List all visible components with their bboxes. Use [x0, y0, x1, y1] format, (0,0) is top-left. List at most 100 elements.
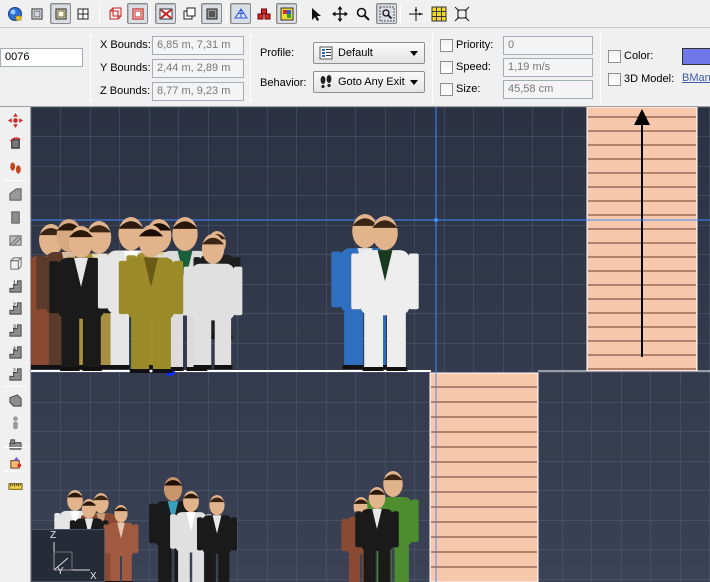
priority-label: Priority:	[456, 39, 494, 51]
behavior-dropdown[interactable]: Goto Any Exit	[313, 71, 425, 93]
size-label: Size:	[456, 83, 481, 95]
red-cubes-icon	[257, 8, 270, 19]
toolbar-zoom-button[interactable]	[352, 3, 373, 24]
palette-hatch-tool-button[interactable]	[5, 231, 25, 249]
fit-frame-icon	[454, 6, 469, 21]
palette-block-tool-button[interactable]	[5, 208, 25, 226]
stairs-4-icon: 4	[8, 345, 22, 359]
priority-checkbox[interactable]	[440, 39, 453, 52]
toolbar-shade-2-button[interactable]	[201, 3, 222, 24]
scene-canvas[interactable]	[31, 107, 710, 582]
palette-paint-tool-button[interactable]	[5, 453, 25, 471]
palette-box-outline-button[interactable]	[5, 254, 25, 272]
priority-field[interactable]: 0	[503, 36, 593, 55]
svg-text:4: 4	[12, 346, 15, 352]
wall-tool-icon	[8, 187, 22, 201]
toolbar-move-button[interactable]	[329, 3, 350, 24]
palette-stairs-5-button[interactable]: 2	[5, 365, 25, 383]
paint-tool-icon	[9, 456, 21, 469]
tool-palette: 1 2 3 4 2	[0, 107, 31, 582]
agent-properties-panel: 0076 X Bounds: 6,85 m, 7,31 m Y Bounds: …	[0, 28, 710, 107]
model-checkbox[interactable]	[608, 73, 621, 86]
stairs-5-icon: 2	[8, 367, 22, 381]
toolbar-zoom-region-button[interactable]	[376, 3, 397, 24]
toolbar-snap-center-button[interactable]	[405, 3, 426, 24]
toolbar-colors-button[interactable]	[276, 3, 297, 24]
toolbar-separator	[99, 4, 100, 24]
z-bounds-field[interactable]: 8,77 m, 9,23 m	[152, 82, 244, 101]
palette-ruler-tool-button[interactable]	[5, 477, 25, 495]
toolbar-select-button[interactable]	[305, 3, 326, 24]
model-label: 3D Model:	[624, 73, 675, 85]
color-swatch[interactable]	[682, 48, 710, 65]
x-bounds-field[interactable]: 6,85 m, 7,31 m	[152, 36, 244, 55]
simulation-viewport[interactable]: Z Y X	[31, 107, 710, 582]
palette-separator	[4, 180, 26, 181]
palette-stairs-4-button[interactable]: 4	[5, 343, 25, 361]
size-checkbox[interactable]	[440, 83, 453, 96]
move-cross-icon	[331, 5, 348, 22]
svg-text:3: 3	[12, 324, 15, 330]
footprints-icon	[320, 75, 332, 89]
palette-footsteps-button[interactable]	[5, 159, 25, 177]
palette-stairs-3-button[interactable]: 3	[5, 321, 25, 339]
z-bounds-label: Z Bounds:	[100, 85, 151, 97]
palette-ramp-tool-button[interactable]	[5, 391, 25, 409]
color-checkbox[interactable]	[608, 50, 621, 63]
toolbar-wire-1-button[interactable]	[104, 3, 125, 24]
color-label: Color:	[624, 50, 654, 62]
toolbar-separator	[400, 4, 401, 24]
toolbar-view-3-button[interactable]	[72, 3, 93, 24]
toolbar-obstacle-button[interactable]	[155, 3, 176, 24]
model-link[interactable]: BMan(	[682, 72, 710, 84]
speed-label: Speed:	[456, 61, 491, 73]
box-outline-icon	[9, 256, 22, 270]
axis-z-label: Z	[50, 530, 57, 541]
behavior-value: Goto Any Exit	[338, 76, 405, 88]
wire-box-red-icon	[131, 7, 144, 20]
palette-stairs-1-button[interactable]: 1	[5, 277, 25, 295]
palette-figure-tool-button[interactable]	[5, 413, 25, 431]
behavior-label: Behavior:	[260, 77, 307, 89]
speed-checkbox[interactable]	[440, 61, 453, 74]
svg-text:1: 1	[12, 280, 15, 286]
y-bounds-field[interactable]: 2,44 m, 2,89 m	[152, 59, 244, 78]
main-toolbar	[0, 0, 710, 28]
toolbar-shade-1-button[interactable]	[178, 3, 199, 24]
agent-id-field[interactable]: 0076	[0, 48, 83, 67]
palette-rotate-tool-button[interactable]	[5, 134, 25, 152]
color-cube-icon	[280, 7, 293, 20]
toolbar-wire-2-button[interactable]	[127, 3, 148, 24]
palette-move-tool-button[interactable]	[5, 111, 25, 129]
toolbar-app-menu-button[interactable]	[4, 3, 25, 24]
toolbar-navmesh-button[interactable]	[230, 3, 251, 24]
toolbar-separator	[150, 4, 151, 24]
upper-stairs[interactable]	[586, 107, 698, 372]
shaded-box-2-icon	[206, 8, 217, 19]
palette-wall-tool-button[interactable]	[5, 185, 25, 203]
toolbar-view-2-button[interactable]	[50, 3, 71, 24]
zoom-region-icon	[379, 6, 394, 21]
toolbar-separator	[299, 4, 300, 24]
toolbar-separator	[226, 4, 227, 24]
simulator-window: 0076 X Bounds: 6,85 m, 7,31 m Y Bounds: …	[0, 0, 710, 582]
toolbar-fit-button[interactable]	[451, 3, 472, 24]
toolbar-view-1-button[interactable]	[26, 3, 47, 24]
size-field[interactable]: 45,58 cm	[503, 80, 593, 99]
speed-field[interactable]: 1,19 m/s	[503, 58, 593, 77]
profile-list-icon	[319, 46, 333, 60]
palette-bench-tool-button[interactable]	[5, 435, 25, 453]
svg-text:2: 2	[12, 368, 15, 374]
profile-dropdown[interactable]: Default	[313, 42, 425, 64]
toolbar-cubes-button[interactable]	[253, 3, 274, 24]
y-bounds-label: Y Bounds:	[100, 62, 151, 74]
toolbar-grid-snap-button[interactable]	[428, 3, 449, 24]
palette-separator	[4, 471, 26, 472]
palette-stairs-2-button[interactable]: 2	[5, 299, 25, 317]
obstacle-icon	[159, 8, 172, 19]
chevron-down-icon	[410, 51, 418, 56]
figure-tool-icon	[12, 415, 18, 429]
x-bounds-label: X Bounds:	[100, 39, 151, 51]
globe-orb-icon	[7, 6, 22, 21]
lower-stairs[interactable]	[429, 372, 539, 582]
